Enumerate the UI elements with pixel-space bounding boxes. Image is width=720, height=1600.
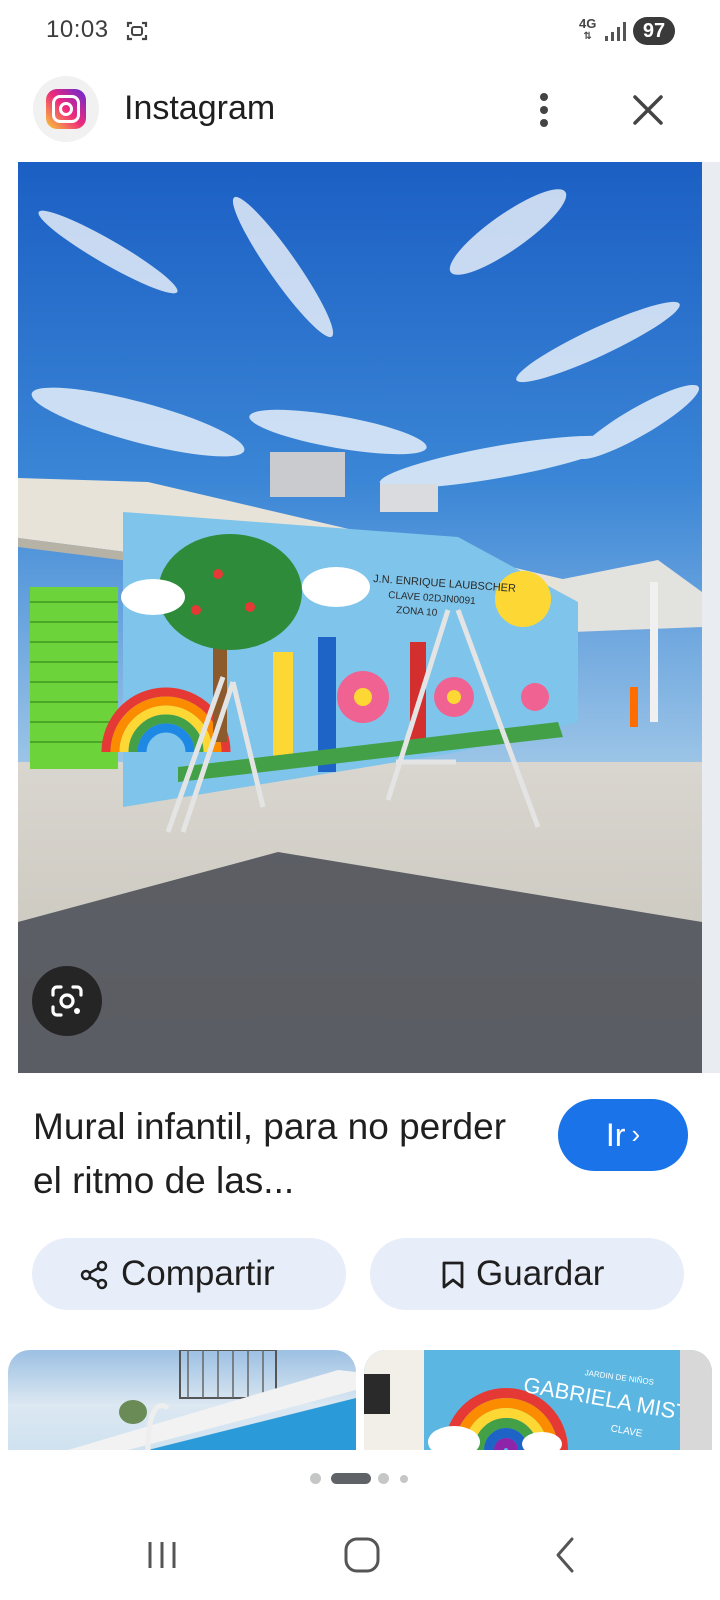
pager-dot (310, 1473, 321, 1484)
related-thumbnail-2[interactable]: JARDIN DE NIÑOS GABRIELA MISTRAL CLAVE (364, 1350, 712, 1450)
home-icon[interactable] (338, 1530, 388, 1580)
pager-dot (400, 1475, 408, 1483)
data-arrows-icon: ⇅ (583, 31, 592, 42)
app-header: Instagram (0, 72, 720, 152)
app-title: Instagram (124, 89, 276, 127)
system-nav-bar (0, 1510, 720, 1600)
status-time: 10:03 (46, 16, 109, 43)
main-image[interactable]: J.N. ENRIQUE LAUBSCHER CLAVE 02DJN0091 Z… (18, 162, 702, 1073)
pager-dot-active (331, 1473, 371, 1484)
rooftop-unit (270, 452, 345, 497)
related-thumbnail-1[interactable] (8, 1350, 356, 1450)
share-label: Compartir (121, 1254, 275, 1293)
pager-dots (0, 1468, 720, 1488)
signal-icon (605, 22, 626, 41)
share-button[interactable]: Compartir (32, 1238, 346, 1310)
thumb2-caption-3: CLAVE (610, 1423, 644, 1439)
pager-dot (378, 1473, 389, 1484)
go-label: Ir (605, 1117, 626, 1153)
chevron-right-icon: › (631, 1119, 641, 1149)
related-photo-1 (68, 1350, 356, 1450)
mural-crayon-yellow (273, 652, 293, 767)
screen-capture-icon (126, 21, 148, 41)
google-lens-icon (51, 985, 83, 1017)
instagram-logo-icon (33, 76, 99, 142)
network-type: 4G ⇅ (579, 16, 597, 42)
back-icon[interactable] (540, 1530, 590, 1580)
bookmark-icon (442, 1261, 464, 1289)
mural-sun (495, 571, 551, 627)
battery-badge: 97 (633, 17, 675, 45)
save-label: Guardar (476, 1254, 605, 1293)
result-title[interactable]: Mural infantil, para no perder el ritmo … (33, 1100, 513, 1208)
close-icon[interactable] (630, 92, 666, 128)
status-bar: 10:03 4G ⇅ 97 (0, 0, 720, 62)
go-button[interactable]: Ir › (558, 1099, 688, 1171)
share-icon (80, 1260, 108, 1290)
recent-apps-icon[interactable] (138, 1530, 188, 1580)
mural-photo: J.N. ENRIQUE LAUBSCHER CLAVE 02DJN0091 Z… (18, 162, 702, 1073)
related-photo-2: JARDIN DE NIÑOS GABRIELA MISTRAL CLAVE (364, 1350, 712, 1450)
more-vert-icon[interactable] (536, 92, 552, 128)
next-image-peek[interactable] (702, 162, 720, 1073)
google-lens-button[interactable] (32, 966, 102, 1036)
network-type-label: 4G (579, 16, 597, 31)
save-button[interactable]: Guardar (370, 1238, 684, 1310)
instagram-glyph (46, 89, 86, 129)
